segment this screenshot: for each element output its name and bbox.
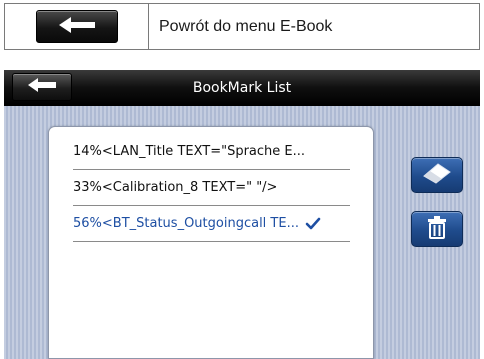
legend-back-button-sample: [35, 10, 118, 43]
legend-icon-cell: [5, 4, 149, 49]
legend-table: Powrót do menu E-Book: [4, 3, 480, 50]
bookmark-list: 14%<LAN_Title TEXT="Sprache E... 33%<Cal…: [48, 126, 374, 359]
device-screen: BookMark List 14%<LAN_Title TEXT="Sprach…: [4, 70, 480, 359]
bookmark-label: 56%<BT_Status_Outgoingcall TE...: [73, 216, 299, 231]
back-arrow-icon: [57, 16, 97, 38]
bookmark-label: 14%<LAN_Title TEXT="Sprache E...: [73, 144, 306, 159]
eraser-icon: [422, 162, 452, 188]
bookmark-item[interactable]: 14%<LAN_Title TEXT="Sprache E...: [73, 134, 350, 170]
title-bar: BookMark List: [4, 70, 480, 106]
back-button[interactable]: [12, 73, 72, 101]
bookmark-item-selected[interactable]: 56%<BT_Status_Outgoingcall TE...: [73, 206, 350, 242]
bookmark-label: 33%<Calibration_8 TEXT=" "/>: [73, 180, 278, 195]
legend-description: Powrót do menu E-Book: [159, 17, 333, 35]
delete-bookmark-button[interactable]: [411, 211, 463, 247]
back-arrow-icon: [26, 77, 58, 97]
bookmark-item[interactable]: 33%<Calibration_8 TEXT=" "/>: [73, 170, 350, 206]
erase-bookmark-button[interactable]: [411, 157, 463, 193]
page-title: BookMark List: [192, 80, 292, 96]
checkmark-icon: [305, 217, 321, 231]
trash-icon: [427, 215, 447, 243]
